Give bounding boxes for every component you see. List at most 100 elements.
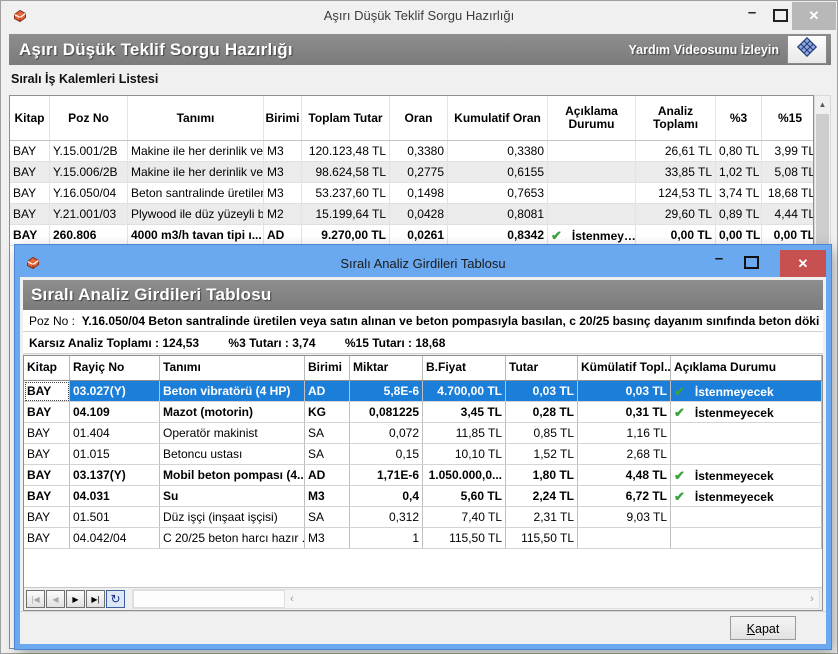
- table-row[interactable]: BAYY.16.050/04Beton santralinde üretilen…: [10, 183, 813, 204]
- cell-text: 6,72 TL: [626, 489, 667, 503]
- column-header-oran[interactable]: Oran: [390, 96, 448, 140]
- table-row[interactable]: BAY04.042/04C 20/25 beton harcı hazır ..…: [24, 528, 822, 549]
- dialog-minimize-icon[interactable]: –: [708, 246, 730, 271]
- table-row[interactable]: BAYY.15.006/2BMakine ile her derinlik ve…: [10, 162, 813, 183]
- scrollbar-thumb[interactable]: [816, 114, 829, 244]
- cell-text: 01.404: [73, 426, 110, 440]
- table-row[interactable]: BAY260.8064000 m3/h tavan tipi ı...AD9.2…: [10, 225, 813, 246]
- close-icon[interactable]: ✕: [792, 2, 836, 30]
- column-header-bfiyat[interactable]: B.Fiyat: [423, 356, 506, 380]
- column-header-birimi[interactable]: Birimi: [305, 356, 350, 380]
- cell-tutar: 0,85 TL: [506, 423, 578, 444]
- cell-kitap: BAY: [10, 141, 50, 162]
- table-row[interactable]: BAY01.015Betoncu ustasıSA0,1510,10 TL1,5…: [24, 444, 822, 465]
- table-row[interactable]: BAYY.15.001/2BMakine ile her derinlik ve…: [10, 141, 813, 162]
- help-video-button[interactable]: [787, 35, 827, 64]
- table-row[interactable]: BAYY.21.001/03Plywood ile düz yüzeyli b.…: [10, 204, 813, 225]
- dialog-maximize-icon[interactable]: [740, 250, 762, 275]
- column-header-kitap[interactable]: Kitap: [24, 356, 70, 380]
- cell-bfiyat: 11,85 TL: [423, 423, 506, 444]
- close-dialog-button[interactable]: Kapat: [730, 616, 796, 640]
- cell-p15: 3,99 TL: [762, 141, 814, 162]
- table-row[interactable]: BAY01.404Operatör makinistSA0,07211,85 T…: [24, 423, 822, 444]
- cell-analiz_toplami: 26,61 TL: [636, 141, 716, 162]
- column-header-kumulatif[interactable]: Kümülatif Topl...: [578, 356, 671, 380]
- column-header-rayic_no[interactable]: Rayiç No: [70, 356, 160, 380]
- cell-text: İstenmeyecek: [695, 406, 774, 420]
- scroll-up-icon[interactable]: ▲: [815, 96, 830, 112]
- scroll-right-icon[interactable]: ›: [805, 590, 819, 608]
- nav-last-button[interactable]: ▶|: [86, 590, 105, 608]
- cell-text: 0,00 TL: [719, 228, 760, 242]
- cell-text: 4.700,00 TL: [437, 384, 502, 398]
- cell-text: M3: [267, 165, 284, 179]
- column-header-aciklama[interactable]: Açıklama Durumu: [548, 96, 636, 140]
- cell-text: 0,28 TL: [533, 405, 574, 419]
- column-header-toplam_tutar[interactable]: Toplam Tutar: [302, 96, 390, 140]
- cell-miktar: 1: [350, 528, 423, 549]
- cell-p15: 4,44 TL: [762, 204, 814, 225]
- minimize-icon[interactable]: –: [741, 0, 763, 26]
- cell-tanimi: Makine ile her derinlik ve ...: [128, 162, 264, 183]
- help-video-label: Yardım Videosunu İzleyin: [628, 43, 779, 57]
- cell-kitap: BAY: [10, 225, 50, 246]
- table-row[interactable]: BAY03.027(Y)Beton vibratörü (4 HP)AD5,8E…: [24, 381, 822, 402]
- cell-poz_no: Y.21.001/03: [50, 204, 128, 225]
- cell-text: 0,00 TL: [671, 228, 712, 242]
- column-header-analiz_toplami[interactable]: Analiz Toplamı: [636, 96, 716, 140]
- cell-kitap: BAY: [24, 444, 70, 465]
- nav-prior-button[interactable]: ◀: [46, 590, 65, 608]
- check-icon: ✔: [674, 405, 685, 420]
- cell-text: 29,60 TL: [665, 207, 712, 221]
- maximize-icon[interactable]: [769, 1, 791, 29]
- cell-text: 0,1498: [407, 186, 444, 200]
- cell-text: 1,71E-6: [377, 468, 419, 482]
- cell-birimi: M3: [305, 486, 350, 507]
- cell-text: 0,03 TL: [533, 384, 574, 398]
- cell-text: 0,8081: [507, 207, 544, 221]
- column-header-miktar[interactable]: Miktar: [350, 356, 423, 380]
- table-row[interactable]: BAY04.031SuM30,45,60 TL2,24 TL6,72 TL✔İs…: [24, 486, 822, 507]
- column-header-poz_no[interactable]: Poz No: [50, 96, 128, 140]
- column-header-p3[interactable]: %3: [716, 96, 762, 140]
- cell-text: 5,60 TL: [461, 489, 502, 503]
- nav-next-button[interactable]: ▶: [66, 590, 85, 608]
- horizontal-scrollbar[interactable]: ‹ ›: [132, 589, 820, 609]
- dialog-close-icon[interactable]: ✕: [780, 250, 826, 277]
- cell-toplam_tutar: 98.624,58 TL: [302, 162, 390, 183]
- cell-tutar: 2,31 TL: [506, 507, 578, 528]
- cell-text: Y.15.006/2B: [53, 165, 118, 179]
- cell-text: BAY: [27, 489, 51, 503]
- table-row[interactable]: BAY04.109Mazot (motorin)KG0,0812253,45 T…: [24, 402, 822, 423]
- column-header-tanimi[interactable]: Tanımı: [128, 96, 264, 140]
- nav-first-button[interactable]: |◀: [26, 590, 45, 608]
- cell-text: Düz işçi (inşaat işçisi): [163, 510, 278, 524]
- cell-miktar: 0,4: [350, 486, 423, 507]
- nav-refresh-button[interactable]: ↻: [106, 590, 125, 608]
- table-row[interactable]: BAY03.137(Y)Mobil beton pompası (4...AD1…: [24, 465, 822, 486]
- cell-aciklama: [671, 423, 822, 444]
- cell-toplam_tutar: 53.237,60 TL: [302, 183, 390, 204]
- cell-text: 0,0428: [407, 207, 444, 221]
- cell-text: 9,03 TL: [627, 510, 667, 524]
- cell-kumulatif: 6,72 TL: [578, 486, 671, 507]
- column-header-tanimi[interactable]: Tanımı: [160, 356, 305, 380]
- scroll-left-icon[interactable]: ‹: [285, 590, 299, 608]
- cell-miktar: 1,71E-6: [350, 465, 423, 486]
- section-label: Sıralı İş Kalemleri Listesi: [11, 72, 158, 86]
- cell-poz_no: Y.15.006/2B: [50, 162, 128, 183]
- h-scrollbar-thumb[interactable]: [133, 590, 285, 608]
- cell-rayic_no: 01.015: [70, 444, 160, 465]
- cell-text: 0,6155: [507, 165, 544, 179]
- cell-bfiyat: 5,60 TL: [423, 486, 506, 507]
- cell-kumulatif: 0,03 TL: [578, 381, 671, 402]
- table-row[interactable]: BAY01.501Düz işçi (inşaat işçisi)SA0,312…: [24, 507, 822, 528]
- column-header-kitap[interactable]: Kitap: [10, 96, 50, 140]
- cell-kitap: BAY: [10, 183, 50, 204]
- cell-birimi: SA: [305, 423, 350, 444]
- column-header-kumulatif_oran[interactable]: Kumulatif Oran: [448, 96, 548, 140]
- column-header-birimi[interactable]: Birimi: [264, 96, 302, 140]
- column-header-tutar[interactable]: Tutar: [506, 356, 578, 380]
- column-header-p15[interactable]: %15: [762, 96, 814, 140]
- column-header-aciklama[interactable]: Açıklama Durumu: [671, 356, 822, 380]
